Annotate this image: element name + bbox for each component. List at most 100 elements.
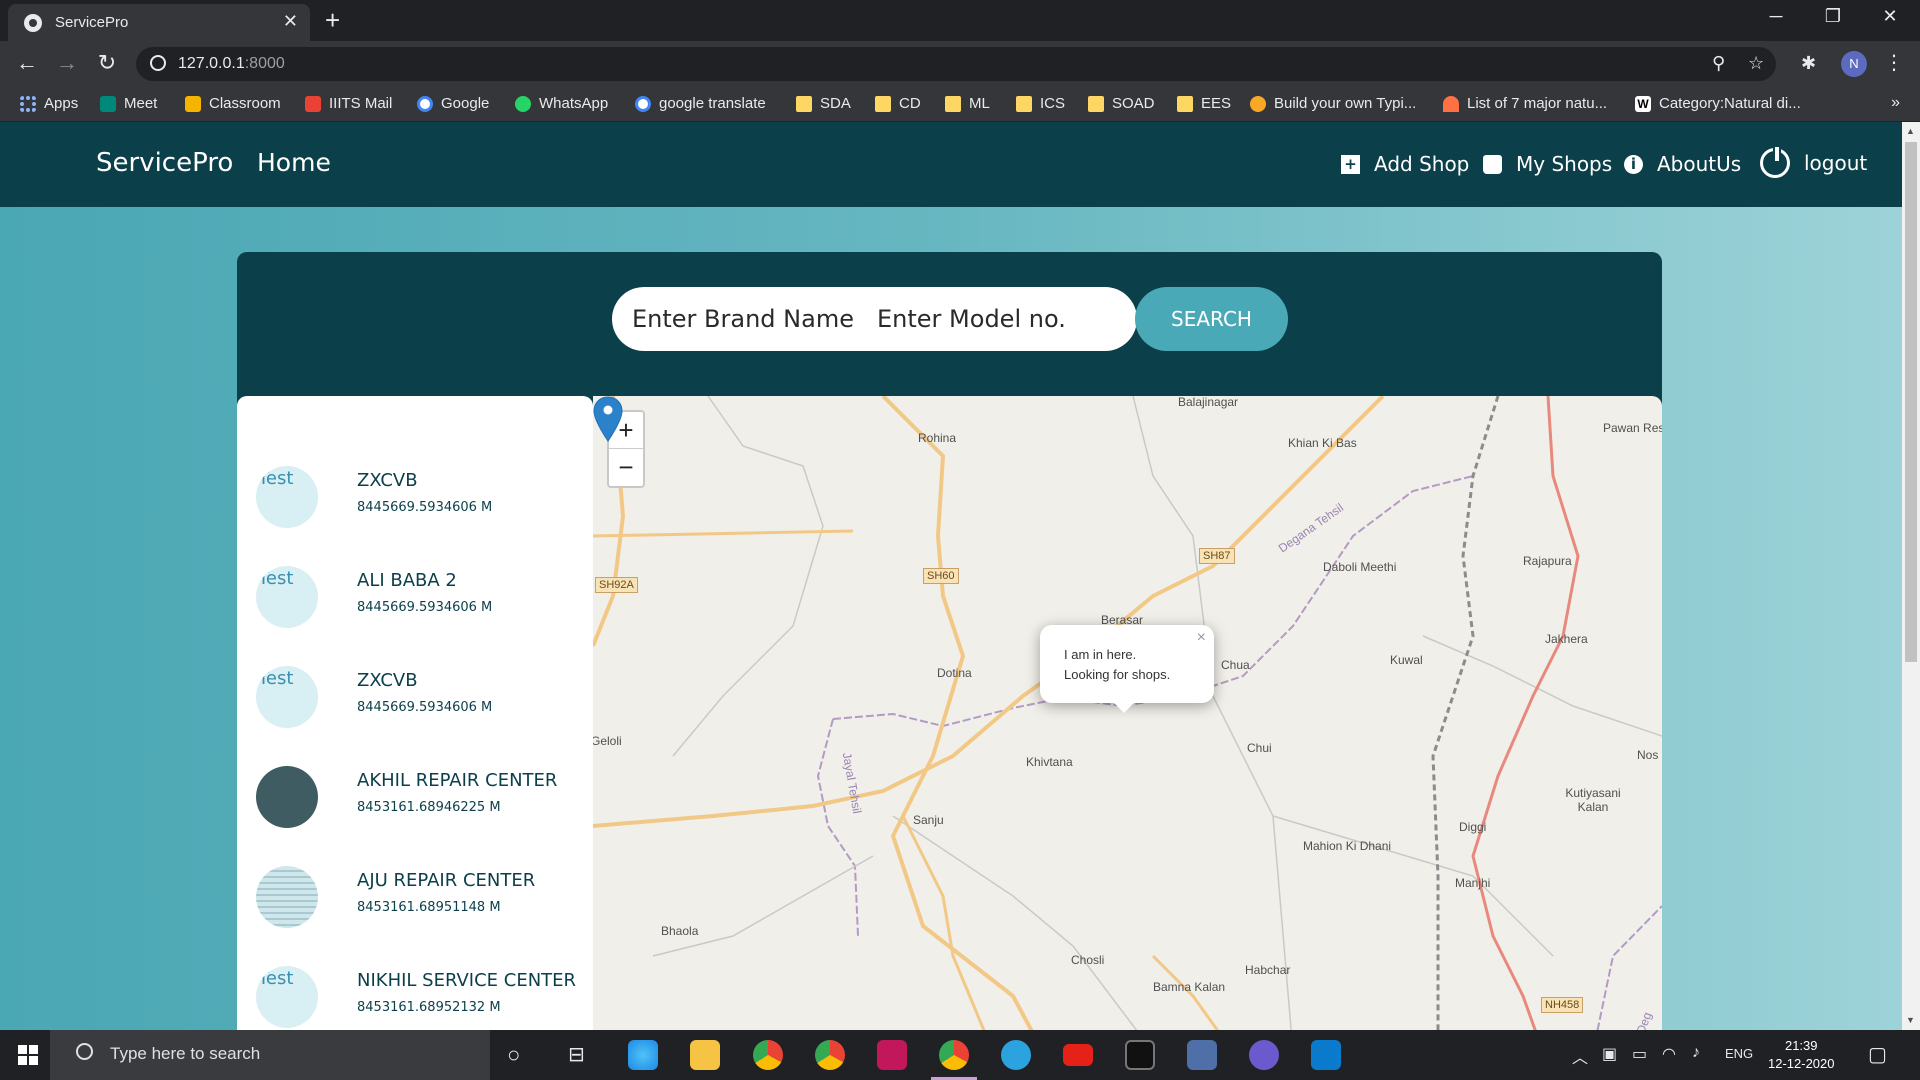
volume-icon[interactable]: ♪: [1692, 1044, 1700, 1062]
bookmark-ees[interactable]: EES: [1177, 95, 1231, 112]
restore-icon[interactable]: ❐: [1813, 6, 1853, 27]
nav-logout[interactable]: logout: [1760, 145, 1867, 178]
window-close-icon[interactable]: ✕: [1870, 6, 1910, 27]
bookmark-whatsapp[interactable]: WhatsApp: [515, 95, 608, 112]
new-tab-button[interactable]: +: [325, 5, 340, 36]
firefox-nightly-icon[interactable]: [1249, 1040, 1279, 1070]
bookmark-soad[interactable]: SOAD: [1088, 95, 1155, 112]
road-shield: SH92A: [595, 577, 638, 593]
brand-name-input[interactable]: [632, 287, 877, 351]
taskbar-clock[interactable]: 21:39 12-12-2020: [1768, 1037, 1835, 1073]
vscode-icon[interactable]: [1311, 1040, 1341, 1070]
chrome-profile-icon[interactable]: [815, 1040, 845, 1070]
bookmark-iiits-mail[interactable]: IIITS Mail: [305, 95, 392, 112]
nav-about-us[interactable]: i AboutUs: [1624, 152, 1741, 176]
profile-avatar[interactable]: N: [1841, 51, 1867, 77]
info-icon: i: [1624, 154, 1643, 174]
shop-list-item[interactable]: Test ZXCVB 8445669.5934606 M: [256, 466, 586, 546]
scrollbar-thumb[interactable]: [1905, 142, 1917, 662]
bookmark-ics[interactable]: ICS: [1016, 95, 1065, 112]
chrome-icon[interactable]: [753, 1040, 783, 1070]
scroll-up-icon[interactable]: ▲: [1906, 126, 1915, 136]
address-bar[interactable]: 127.0.0.1:8000 ⚲ ☆: [136, 47, 1776, 81]
reload-icon[interactable]: ↻: [92, 50, 122, 76]
main-panel: SEARCH Test ZXCVB 8445669.5934606 M Test…: [237, 252, 1662, 1030]
scroll-down-icon[interactable]: ▼: [1906, 1015, 1915, 1025]
shop-name: ZXCVB: [357, 670, 418, 691]
site-brand[interactable]: ServicePro: [96, 148, 233, 178]
bookmark-ml[interactable]: ML: [945, 95, 990, 112]
page-scrollbar[interactable]: ▲ ▼: [1902, 122, 1920, 1030]
meet-icon: [100, 95, 116, 112]
bookmark-google-translate[interactable]: google translate: [635, 95, 766, 112]
nav-my-shops[interactable]: My Shops: [1483, 152, 1612, 176]
folder-icon: [945, 95, 961, 112]
telegram-icon[interactable]: [1001, 1040, 1031, 1070]
extensions-icon[interactable]: ✱: [1801, 53, 1816, 74]
bookmark-typing[interactable]: Build your own Typi...: [1250, 95, 1416, 112]
bookmark-natural-disasters[interactable]: List of 7 major natu...: [1443, 95, 1607, 112]
whatsapp-app-icon[interactable]: [877, 1040, 907, 1070]
bookmark-google[interactable]: Google: [417, 95, 489, 112]
url-text[interactable]: 127.0.0.1:8000: [178, 55, 285, 73]
meet-now-icon[interactable]: ▣: [1602, 1044, 1617, 1064]
shop-avatar: Test: [256, 666, 318, 728]
zoom-out-button[interactable]: −: [609, 449, 643, 486]
forward-icon[interactable]: →: [52, 50, 82, 76]
task-view-icon[interactable]: ⊟: [568, 1042, 585, 1067]
google-icon: [417, 95, 433, 112]
shop-list-item[interactable]: AKHIL REPAIR CENTER 8453161.68946225 M: [256, 766, 586, 846]
bookmarks-overflow-button[interactable]: »: [1891, 94, 1900, 112]
location-marker-icon[interactable]: [593, 396, 623, 442]
file-explorer-icon[interactable]: [690, 1040, 720, 1070]
place-label: Daboli Meethi: [1323, 560, 1397, 574]
clock-date: 12-12-2020: [1768, 1056, 1835, 1071]
location-icon[interactable]: ⚲: [1712, 53, 1725, 74]
battery-icon[interactable]: ▭: [1632, 1044, 1647, 1064]
place-label: Pawan Res: [1603, 421, 1662, 435]
calculator-icon[interactable]: [1187, 1040, 1217, 1070]
youtube-icon[interactable]: [1063, 1044, 1093, 1066]
taskbar-search[interactable]: Type here to search: [50, 1030, 490, 1080]
cortana-icon[interactable]: ○: [507, 1042, 520, 1068]
shop-list-item[interactable]: Test ALI BABA 2 8445669.5934606 M: [256, 566, 586, 646]
bookmarks-bar: Apps Meet Classroom IIITS Mail Google Wh…: [0, 86, 1920, 122]
map-view[interactable]: Balajinagar Khian Ki Bas Pawan Res Rohin…: [593, 396, 1662, 1030]
tab-close-icon[interactable]: ✕: [283, 11, 298, 32]
browser-tab[interactable]: ServicePro ✕: [8, 4, 310, 41]
bookmark-cd[interactable]: CD: [875, 95, 921, 112]
bookmark-wikipedia[interactable]: W Category:Natural di...: [1635, 95, 1801, 112]
back-icon[interactable]: ←: [12, 50, 42, 76]
shop-name: AKHIL REPAIR CENTER: [357, 770, 558, 791]
browser-menu-icon[interactable]: ⋮: [1884, 50, 1904, 75]
nav-add-shop[interactable]: + Add Shop: [1341, 152, 1469, 176]
language-indicator[interactable]: ENG: [1725, 1046, 1753, 1061]
minimize-icon[interactable]: ─: [1756, 6, 1796, 27]
folder-icon: [1177, 95, 1193, 112]
bookmark-star-icon[interactable]: ☆: [1748, 53, 1764, 74]
shop-list-item[interactable]: Test NIKHIL SERVICE CENTER 8453161.68952…: [256, 966, 586, 1030]
notifications-icon[interactable]: ▢: [1868, 1042, 1887, 1067]
edge-icon[interactable]: [628, 1040, 658, 1070]
bookmark-meet[interactable]: Meet: [100, 95, 157, 112]
site-info-icon[interactable]: [150, 55, 166, 71]
nav-home[interactable]: Home: [257, 148, 331, 177]
bookmark-sda[interactable]: SDA: [796, 95, 851, 112]
shop-list-item[interactable]: Test ZXCVB 8445669.5934606 M: [256, 666, 586, 746]
shop-name: ZXCVB: [357, 470, 418, 491]
windows-start-icon[interactable]: [18, 1045, 38, 1065]
place-label: Habchar: [1245, 963, 1291, 977]
search-button[interactable]: SEARCH: [1135, 287, 1288, 351]
place-label: Bamna Kalan: [1153, 980, 1226, 994]
terminal-icon[interactable]: [1125, 1040, 1155, 1070]
place-label: Chui: [1247, 741, 1272, 755]
bookmark-apps[interactable]: Apps: [20, 95, 78, 112]
tray-overflow-icon[interactable]: ︿: [1572, 1044, 1588, 1068]
model-number-input[interactable]: [877, 287, 1127, 351]
shop-list-item[interactable]: AJU REPAIR CENTER 8453161.68951148 M: [256, 866, 586, 946]
wifi-icon[interactable]: ◠: [1662, 1044, 1676, 1064]
popup-close-icon[interactable]: ×: [1197, 629, 1206, 647]
chrome-active-icon[interactable]: [931, 1040, 977, 1080]
whatsapp-icon: [515, 95, 531, 112]
bookmark-classroom[interactable]: Classroom: [185, 95, 281, 112]
